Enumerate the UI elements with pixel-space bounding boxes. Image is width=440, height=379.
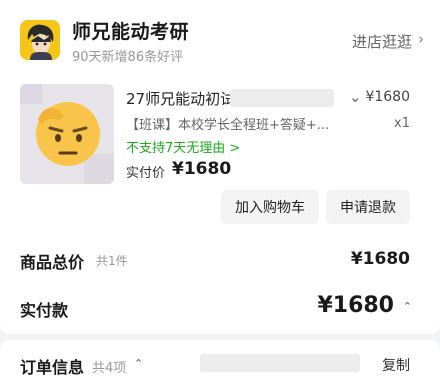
chevron-down-icon[interactable]: ⌄ bbox=[349, 88, 362, 106]
saluting-emoji-icon bbox=[20, 84, 114, 184]
product-image[interactable] bbox=[20, 84, 114, 184]
total-price-label: 商品总价 bbox=[20, 253, 85, 272]
copy-button[interactable]: 复制 bbox=[382, 355, 410, 375]
order-info-count[interactable]: 共4项 bbox=[92, 357, 126, 376]
chevron-up-icon[interactable]: ⌃ bbox=[134, 357, 143, 370]
redacted-order-number bbox=[200, 354, 360, 372]
total-price-value: ¥1680 bbox=[350, 249, 410, 269]
redacted-title-part bbox=[230, 89, 334, 107]
return-policy-link[interactable]: 不支持7天无理由 > bbox=[126, 137, 240, 156]
shop-logo[interactable] bbox=[20, 20, 60, 60]
product-quantity: x1 bbox=[394, 116, 410, 131]
order-card: 师兄能动考研 90天新增86条好评 进店逛逛 › 27师兄能动初试 ⌄ ¥168… bbox=[0, 0, 440, 334]
shop-review-note: 90天新增86条好评 bbox=[72, 50, 184, 65]
paid-price-label: 实付价 bbox=[126, 166, 166, 181]
paid-price-value: ¥1680 bbox=[172, 159, 232, 179]
final-payment-label: 实付款 bbox=[20, 301, 69, 320]
refund-button[interactable]: 申请退款 bbox=[326, 190, 410, 224]
product-title[interactable]: 27师兄能动初试 bbox=[126, 88, 235, 109]
shop-name[interactable]: 师兄能动考研 bbox=[72, 17, 189, 44]
order-info-title[interactable]: 订单信息 bbox=[20, 354, 84, 378]
product-price: ¥1680 bbox=[365, 89, 410, 105]
cartoon-avatar-icon bbox=[20, 20, 60, 60]
add-to-cart-button[interactable]: 加入购物车 bbox=[221, 190, 319, 224]
visit-store-link[interactable]: 进店逛逛 bbox=[352, 31, 412, 52]
chevron-up-icon[interactable]: ⌃ bbox=[403, 300, 412, 313]
chevron-right-icon[interactable]: › bbox=[418, 30, 424, 48]
final-payment-value: ¥1680 bbox=[317, 293, 394, 318]
product-tag: 【班课】本校学长全程班+答疑+... bbox=[126, 118, 330, 133]
order-info-card: 订单信息 共4项 ⌃ 复制 bbox=[0, 340, 440, 379]
total-item-count: 共1件 bbox=[96, 254, 128, 268]
